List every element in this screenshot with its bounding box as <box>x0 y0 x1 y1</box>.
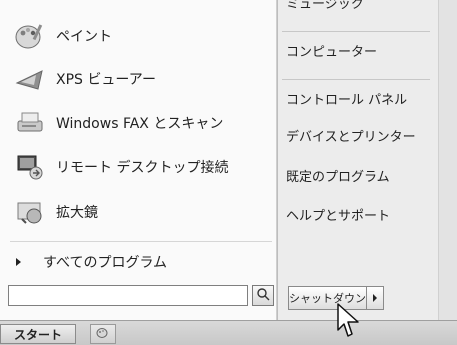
right-separator <box>282 79 430 80</box>
right-item-computer[interactable]: コンピューター <box>286 41 377 60</box>
program-label-remote-desktop: リモート デスクトップ接続 <box>56 160 229 176</box>
programs-separator <box>10 241 272 242</box>
search-icon <box>256 286 270 305</box>
right-item-default-programs[interactable]: 既定のプログラム <box>286 166 390 185</box>
chevron-right-icon <box>373 294 377 302</box>
places-panel: ミュージック コンピューター コントロール パネル デバイスとプリンター 既定の… <box>277 0 438 320</box>
paint-icon <box>14 20 46 52</box>
program-item-fax-scan[interactable]: Windows FAX とスキャン <box>6 103 272 143</box>
magnifier-icon <box>14 196 46 228</box>
right-item-control-panel[interactable]: コントロール パネル <box>286 89 407 108</box>
program-item-remote-desktop[interactable]: リモート デスクトップ接続 <box>6 147 272 187</box>
xps-viewer-icon <box>14 63 46 95</box>
remote-desktop-icon <box>14 151 46 183</box>
program-label-fax-scan: Windows FAX とスキャン <box>56 116 224 132</box>
program-label-magnifier: 拡大鏡 <box>56 205 98 221</box>
program-item-xps-viewer[interactable]: XPS ビューアー <box>6 59 272 99</box>
search-button[interactable] <box>252 285 274 306</box>
program-label-paint: ペイント <box>56 29 112 45</box>
all-programs-button[interactable]: すべてのプログラム <box>6 248 272 276</box>
program-label-xps-viewer: XPS ビューアー <box>56 72 156 88</box>
start-label: スタート <box>13 327 62 342</box>
shutdown-button[interactable]: シャットダウン <box>289 287 367 309</box>
right-separator <box>282 31 430 32</box>
taskbar-paint-button[interactable] <box>90 324 116 344</box>
desktop-edge <box>438 0 457 320</box>
taskbar: スタート <box>0 320 457 345</box>
all-programs-label: すべてのプログラム <box>43 255 168 271</box>
right-item-devices-printers[interactable]: デバイスとプリンター <box>286 126 416 145</box>
programs-panel: ペイント XPS ビューアー Windows FAX とスキャン リモート デス… <box>0 0 277 320</box>
paint-icon <box>96 325 110 344</box>
shutdown-control: シャットダウン <box>288 286 384 310</box>
right-item-help-support[interactable]: ヘルプとサポート <box>286 205 390 224</box>
chevron-right-icon <box>16 258 21 266</box>
right-item-music[interactable]: ミュージック <box>286 0 364 12</box>
start-button[interactable]: スタート <box>0 324 76 344</box>
search-input[interactable] <box>8 285 248 306</box>
program-item-magnifier[interactable]: 拡大鏡 <box>6 192 272 232</box>
start-menu-screen: ペイント XPS ビューアー Windows FAX とスキャン リモート デス… <box>0 0 457 345</box>
search-area <box>8 285 275 308</box>
fax-scan-icon <box>14 107 46 139</box>
program-item-paint[interactable]: ペイント <box>6 16 272 56</box>
shutdown-options-button[interactable] <box>367 287 383 309</box>
